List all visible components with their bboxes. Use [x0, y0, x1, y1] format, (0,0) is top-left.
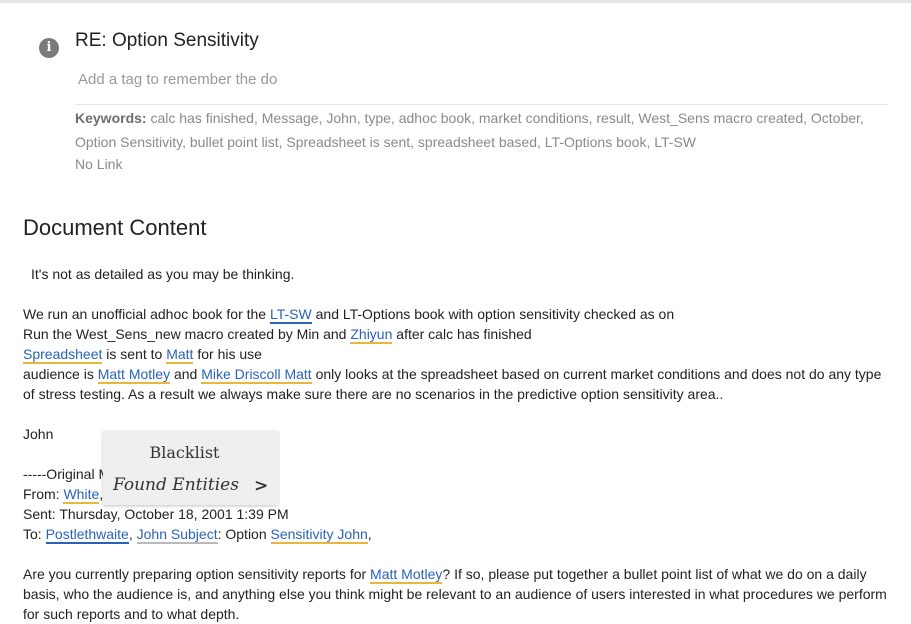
info-icon[interactable]: i — [39, 38, 59, 58]
blacklist-found-entities-button[interactable]: Blacklist Found Entities > — [103, 431, 278, 505]
document-title: RE: Option Sensitivity — [75, 30, 259, 51]
entity-link-john-subject[interactable]: John Subject — [136, 526, 218, 544]
paragraph-spreadsheet: Spreadsheet is sent to Matt for his use — [23, 346, 262, 364]
top-bar — [0, 0, 911, 3]
entity-link-spreadsheet[interactable]: Spreadsheet — [23, 346, 103, 364]
keywords-label: Keywords: — [75, 110, 147, 126]
paragraph-audience: audience is Matt Motley and Mike Driscol… — [23, 366, 882, 402]
entity-link-zhiyun[interactable]: Zhiyun — [350, 326, 393, 344]
paragraph-request: Are you currently preparing option sensi… — [23, 566, 887, 622]
no-link-text: No Link — [75, 156, 123, 172]
document-content-heading: Document Content — [23, 215, 207, 240]
entity-link-sensitivity-john[interactable]: Sensitivity John — [270, 526, 368, 544]
found-entities-label: Found Entities — [113, 475, 239, 495]
intro-line: It's not as detailed as you may be think… — [31, 266, 295, 282]
entity-link-mike-driscoll-matt[interactable]: Mike Driscoll Matt — [201, 366, 312, 384]
chevron-right-icon: > — [254, 476, 269, 496]
entity-link-white[interactable]: White — [63, 486, 100, 504]
tag-input[interactable] — [75, 66, 281, 92]
entity-link-lt-sw[interactable]: LT-SW — [269, 306, 312, 324]
entity-link-matt-motley[interactable]: Matt Motley — [97, 366, 171, 384]
keywords-list: Keywords: calc has finished, Message, Jo… — [75, 106, 887, 154]
entity-link-matt[interactable]: Matt — [166, 346, 194, 364]
to-line: To: Postlethwaite, John Subject: Option … — [23, 526, 372, 544]
tag-underline — [75, 104, 887, 105]
paragraph-adhoc-book: We run an unofficial adhoc book for the … — [23, 306, 675, 324]
blacklist-title: Blacklist — [149, 443, 220, 462]
keywords-text: calc has finished, Message, John, type, … — [75, 110, 864, 150]
sent-line: Sent: Thursday, October 18, 2001 1:39 PM — [23, 506, 289, 522]
entity-link-postlethwaite[interactable]: Postlethwaite — [45, 526, 129, 544]
entity-link-matt-motley-2[interactable]: Matt Motley — [370, 566, 443, 584]
paragraph-macro: Run the West_Sens_new macro created by M… — [23, 326, 532, 344]
